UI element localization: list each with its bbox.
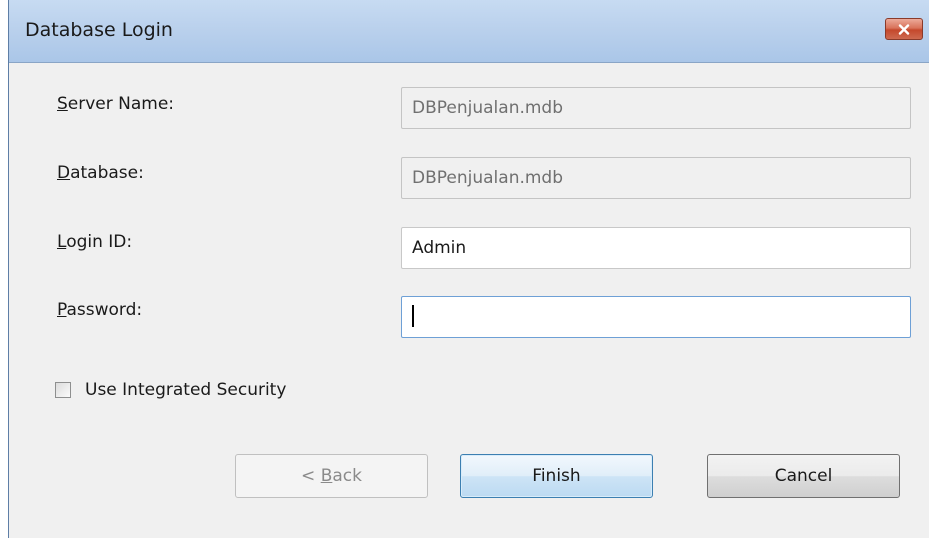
database-label-accel: D — [57, 163, 71, 183]
database-label-text: atabase: — [70, 163, 144, 183]
window-title: Database Login — [25, 19, 173, 41]
integrated-security-label[interactable]: Use Integrated Security — [85, 380, 286, 400]
login-id-label-accel: L — [57, 232, 67, 252]
close-icon — [898, 23, 910, 35]
password-label-accel: P — [57, 300, 67, 320]
login-id-input[interactable]: Admin — [401, 227, 911, 269]
title-bar[interactable]: Database Login — [9, 0, 929, 63]
text-caret — [412, 304, 414, 327]
password-label: Password: — [57, 300, 142, 320]
back-button: < Back — [235, 454, 428, 498]
back-button-accel: B — [320, 466, 333, 486]
login-id-label: Login ID: — [57, 232, 132, 252]
finish-button[interactable]: Finish — [460, 454, 653, 498]
back-button-label: ack — [332, 466, 362, 486]
server-name-field: DBPenjualan.mdb — [401, 87, 911, 129]
server-name-label: Server Name: — [57, 94, 174, 114]
cancel-button[interactable]: Cancel — [707, 454, 900, 498]
integrated-security-checkbox[interactable] — [55, 382, 71, 398]
database-login-dialog: Database Login Server Name: DBPenjualan.… — [8, 0, 929, 538]
close-button[interactable] — [885, 18, 923, 40]
password-label-text: assword: — [66, 300, 143, 320]
database-field: DBPenjualan.mdb — [401, 157, 911, 199]
password-input[interactable] — [401, 296, 911, 338]
back-button-prefix: < — [301, 466, 321, 486]
server-name-label-accel: S — [57, 94, 68, 114]
integrated-security-row[interactable]: Use Integrated Security — [55, 378, 286, 402]
login-id-label-text: ogin ID: — [66, 232, 133, 252]
database-label: Database: — [57, 163, 144, 183]
server-name-label-text: erver Name: — [67, 94, 175, 114]
